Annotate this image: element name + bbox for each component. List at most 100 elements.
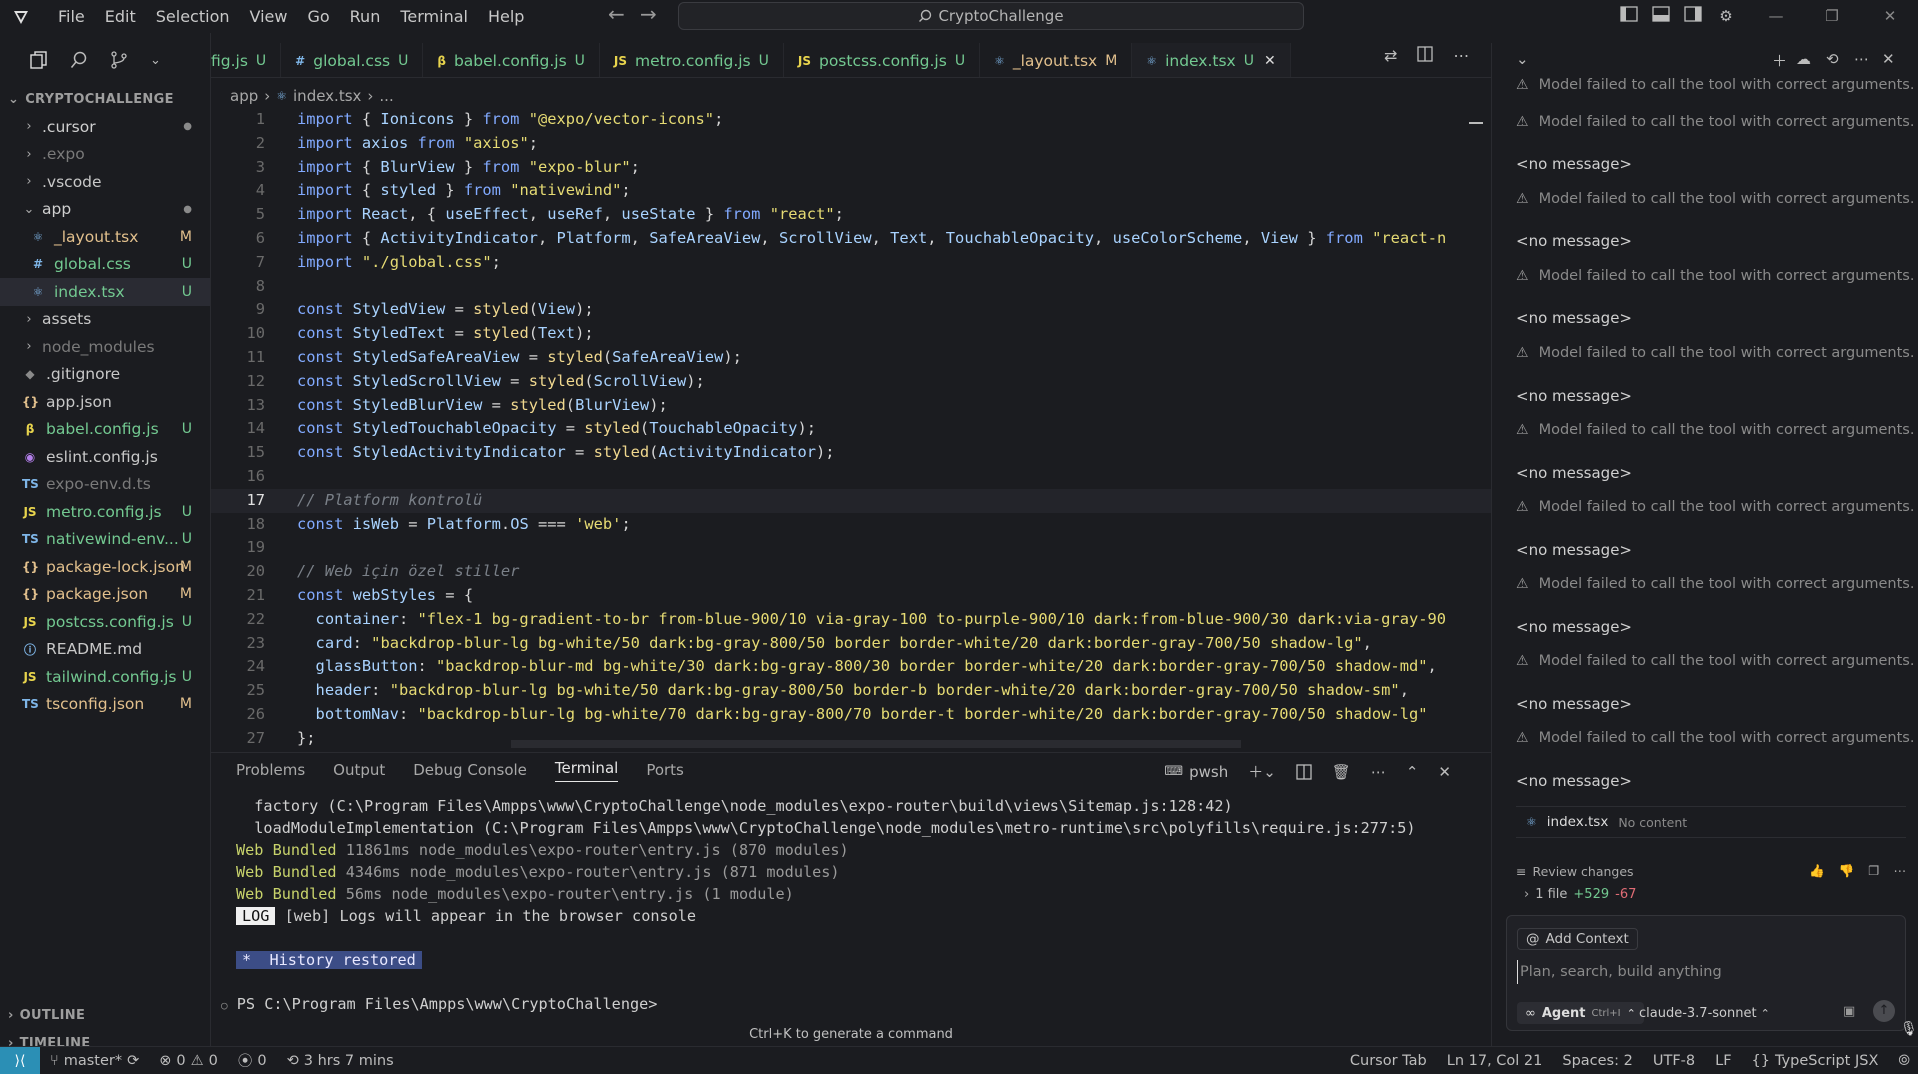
close-tab-icon[interactable]: ✕ [1264,53,1276,69]
more-actions-icon[interactable]: ⋯ [1894,863,1907,879]
file-tree-item[interactable]: β babel.config.js U [0,416,210,444]
line-ending[interactable]: LF [1705,1053,1741,1069]
more-actions-icon[interactable]: ⋯ [1854,50,1869,68]
cloud-icon[interactable]: ☁ [1796,50,1811,68]
add-context-button[interactable]: @ Add Context [1517,928,1638,950]
image-icon[interactable]: ▣ [1843,1004,1855,1019]
menu-terminal[interactable]: Terminal [390,0,478,33]
model-selector[interactable]: claude-3.7-sonnet ⌃ [1639,1002,1770,1024]
file-tree-item[interactable]: ⚛ _layout.tsx M [0,223,210,251]
outline-section-header[interactable]: › OUTLINE [0,1003,211,1029]
file-tree-item[interactable]: › node_modules [0,333,210,361]
editor-tab[interactable]: fig.js U [211,43,282,77]
menu-selection[interactable]: Selection [146,0,240,33]
file-tree-item[interactable]: ⚛ index.tsx U [0,278,210,306]
problems-status[interactable]: ⊗ 0 ⚠ 0 [149,1053,228,1069]
breadcrumb-symbol[interactable]: ... [379,87,393,105]
file-tree-item[interactable]: {} app.json [0,388,210,416]
editor-tab[interactable]: JS metro.config.js U [600,43,784,77]
send-arrow-icon[interactable]: ↑ [1873,1000,1895,1022]
file-tree-item[interactable]: › .vscode [0,168,210,196]
menu-file[interactable]: File [48,0,95,33]
file-tree-item[interactable]: TS tsconfig.json M [0,691,210,719]
toggle-secondary-sidebar-icon[interactable] [1684,6,1704,26]
close-window-icon[interactable]: ✕ [1880,6,1900,26]
file-tree-item[interactable]: TS expo-env.d.ts [0,471,210,499]
command-center-search[interactable]: CryptoChallenge [678,2,1304,30]
cursor-tab-status[interactable]: Cursor Tab [1340,1053,1437,1069]
toggle-primary-sidebar-icon[interactable] [1620,6,1640,26]
editor-tab[interactable]: # global.css U [281,43,424,77]
notifications-icon[interactable]: ⦾ [1888,1053,1918,1069]
file-tree-item[interactable]: # global.css U [0,251,210,279]
chevron-down-icon[interactable]: ⌄ [1516,50,1529,68]
trash-icon[interactable]: 🗑 [1332,763,1351,781]
terminal-shell-selector[interactable]: ⌨ pwsh [1164,763,1228,781]
file-tree-item[interactable]: › .expo [0,141,210,169]
agent-mode-selector[interactable]: ∞ Agent Ctrl+I ⌃ [1517,1002,1644,1024]
terminal-output[interactable]: factory (C:\Program Files\Ampps\www\Cryp… [221,795,1471,1015]
code-editor[interactable]: 1 import { Ionicons } from "@expo/vector-… [211,108,1491,748]
menu-go[interactable]: Go [297,0,339,33]
encoding[interactable]: UTF-8 [1643,1053,1705,1069]
minimap-indicator[interactable] [1469,122,1483,124]
tab-ports[interactable]: Ports [646,761,684,779]
file-tree-item[interactable]: JS postcss.config.js U [0,608,210,636]
tab-problems[interactable]: Problems [236,761,305,779]
split-editor-icon[interactable] [1417,46,1434,65]
editor-tab[interactable]: β babel.config.js U [423,43,600,77]
copy-icon[interactable]: ❐ [1868,863,1879,879]
explorer-root-header[interactable]: ⌄ CRYPTOCHALLENGE [0,87,210,113]
forward-arrow-icon[interactable]: → [640,2,657,26]
menu-run[interactable]: Run [340,0,391,33]
ports-status[interactable]: ⦿ 0 [228,1050,277,1071]
minimize-icon[interactable]: — [1766,6,1786,26]
remote-indicator-icon[interactable]: ⟩⟨ [0,1046,40,1074]
explorer-files-icon[interactable] [30,51,48,69]
cursor-position[interactable]: Ln 17, Col 21 [1437,1053,1553,1069]
file-tree-item[interactable]: {} package.json M [0,581,210,609]
editor-tab[interactable]: ⚛ index.tsx U ✕ [1132,43,1291,77]
tab-terminal[interactable]: Terminal [554,759,619,782]
close-panel-icon[interactable]: ✕ [1438,763,1451,781]
file-tree-item[interactable]: › assets [0,306,210,334]
git-branch[interactable]: ⑂ master* ⟳ [40,1053,149,1069]
file-tree-item[interactable]: JS tailwind.config.js U [0,663,210,691]
menu-help[interactable]: Help [478,0,534,33]
thumbs-down-icon[interactable]: 👎 [1839,863,1855,879]
microphone-icon[interactable]: 🎙 [1900,1021,1918,1037]
open-changes-icon[interactable]: ⇄ [1384,46,1397,65]
tab-debug-console[interactable]: Debug Console [413,761,527,779]
review-summary[interactable]: › 1 file +529 -67 [1516,887,1906,902]
settings-gear-icon[interactable]: ⚙ [1716,6,1736,26]
breadcrumb-folder[interactable]: app [230,87,258,105]
editor-tab[interactable]: JS postcss.config.js U [784,43,981,77]
indentation[interactable]: Spaces: 2 [1552,1053,1642,1069]
review-label[interactable]: Review changes [1532,864,1633,879]
back-arrow-icon[interactable]: ← [608,2,625,26]
toggle-panel-icon[interactable] [1652,6,1672,26]
restore-icon[interactable]: ❐ [1822,6,1842,26]
file-chip[interactable]: ⚛ index.tsx No content [1516,806,1906,838]
menu-edit[interactable]: Edit [95,0,146,33]
menu-view[interactable]: View [240,0,298,33]
session-time[interactable]: ⟲ 3 hrs 7 mins [277,1053,404,1069]
file-tree-item[interactable]: ⓘ README.md [0,636,210,664]
close-icon[interactable]: ✕ [1882,50,1895,68]
new-terminal-icon[interactable]: ＋⌄ [1248,761,1276,782]
file-tree-item[interactable]: TS nativewind-env... U [0,526,210,554]
language-mode[interactable]: {} TypeScript JSX [1742,1053,1889,1069]
file-tree-item[interactable]: {} package-lock.json M [0,553,210,581]
chevron-down-icon[interactable]: ⌄ [150,53,161,68]
file-tree-item[interactable]: ◆ .gitignore [0,361,210,389]
tab-output[interactable]: Output [333,761,385,779]
horizontal-scrollbar[interactable] [511,740,1241,748]
maximize-panel-icon[interactable]: ⌃ [1406,763,1419,781]
file-tree-item[interactable]: ◉ eslint.config.js [0,443,210,471]
thumbs-up-icon[interactable]: 👍 [1809,863,1825,879]
split-terminal-icon[interactable] [1296,763,1312,780]
chat-input[interactable] [1517,960,1897,984]
more-actions-icon[interactable]: ⋯ [1371,763,1386,781]
search-icon[interactable] [70,51,88,69]
editor-tab[interactable]: ⚛ _layout.tsx M [980,43,1133,77]
